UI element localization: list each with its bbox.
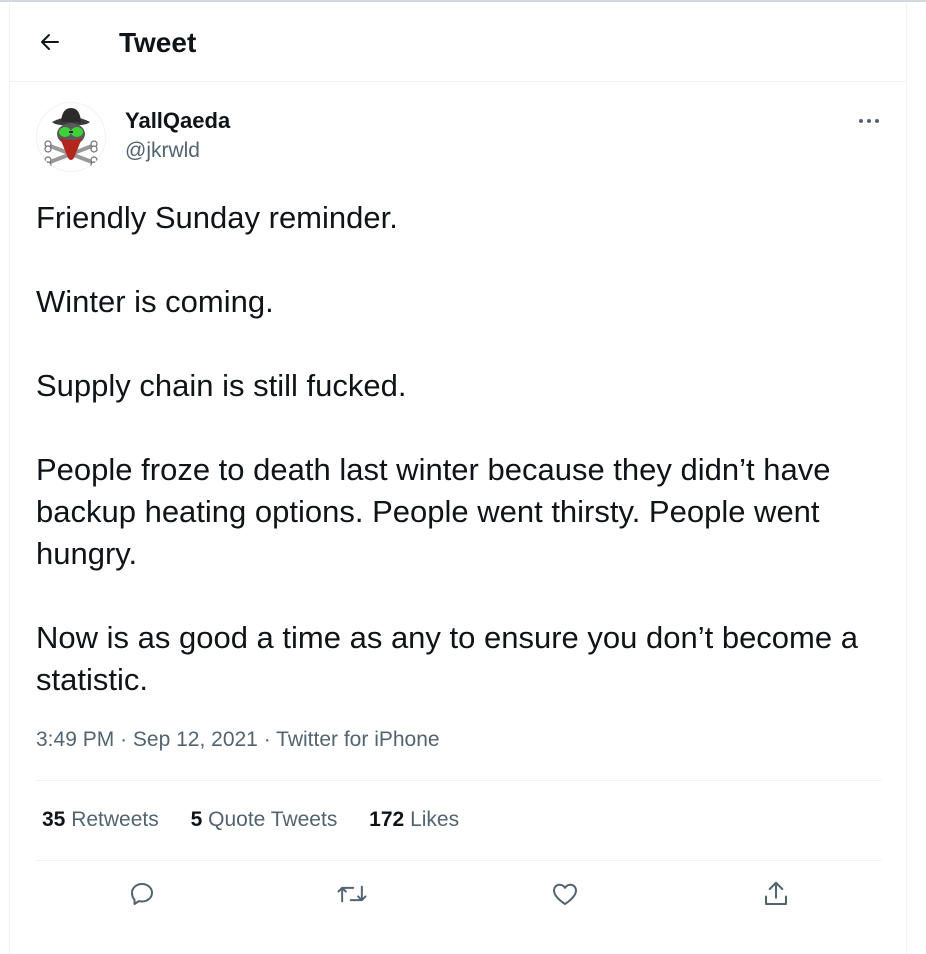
more-horizontal-icon bbox=[859, 119, 879, 123]
skull-crossbones-avatar bbox=[44, 108, 98, 169]
author-handle[interactable]: @jkrwld bbox=[125, 138, 200, 164]
tweet-time[interactable]: 3:49 PM bbox=[36, 728, 114, 751]
share-icon bbox=[765, 881, 787, 905]
tweet-paragraph: People froze to death last winter becaus… bbox=[36, 452, 840, 571]
reply-icon bbox=[131, 883, 153, 905]
tweet-stats: 35 Retweets 5 Quote Tweets 172 Likes bbox=[42, 806, 485, 834]
tweet-header: Tweet bbox=[10, 2, 906, 82]
tweet-metadata: 3:49 PM · Sep 12, 2021 · Twitter for iPh… bbox=[36, 726, 440, 754]
more-options-button[interactable] bbox=[854, 110, 884, 132]
likes-label: Likes bbox=[410, 808, 460, 831]
quote-tweets-count: 5 bbox=[190, 808, 203, 831]
tweet-source[interactable]: Twitter for iPhone bbox=[276, 728, 439, 751]
tweet-date[interactable]: Sep 12, 2021 bbox=[133, 728, 258, 751]
retweets-label: Retweets bbox=[71, 808, 159, 831]
retweets-count: 35 bbox=[42, 808, 66, 831]
likes-count: 172 bbox=[369, 808, 405, 831]
likes-stat[interactable]: 172 Likes bbox=[369, 806, 459, 834]
divider bbox=[36, 860, 882, 861]
tweet-paragraph: Now is as good a time as any to ensure y… bbox=[36, 620, 867, 697]
arrow-left-icon bbox=[41, 34, 59, 50]
tweet-text: Friendly Sunday reminder. Winter is comi… bbox=[36, 197, 886, 701]
meta-separator: · bbox=[263, 728, 271, 751]
share-button[interactable] bbox=[756, 874, 796, 914]
tweet-paragraph: Supply chain is still fucked. bbox=[36, 368, 407, 403]
meta-separator: · bbox=[120, 728, 128, 751]
like-button[interactable] bbox=[545, 874, 585, 914]
tweet-column: Tweet YallQaeda @jkrwld Friendly Sunday … bbox=[9, 2, 907, 954]
retweets-stat[interactable]: 35 Retweets bbox=[42, 806, 159, 834]
tweet-paragraph: Friendly Sunday reminder. bbox=[36, 200, 398, 235]
page-title: Tweet bbox=[119, 27, 197, 58]
app-frame: Tweet YallQaeda @jkrwld Friendly Sunday … bbox=[0, 0, 926, 954]
like-icon bbox=[553, 883, 577, 905]
divider bbox=[36, 780, 882, 781]
quote-tweets-label: Quote Tweets bbox=[208, 808, 338, 831]
author-display-name[interactable]: YallQaeda bbox=[125, 108, 230, 134]
tweet-paragraph: Winter is coming. bbox=[36, 284, 274, 319]
back-button[interactable] bbox=[32, 24, 68, 60]
quote-tweets-stat[interactable]: 5 Quote Tweets bbox=[191, 806, 338, 834]
retweet-icon bbox=[337, 885, 367, 903]
reply-button[interactable] bbox=[122, 874, 162, 914]
avatar[interactable] bbox=[36, 102, 106, 172]
retweet-button[interactable] bbox=[332, 874, 372, 914]
